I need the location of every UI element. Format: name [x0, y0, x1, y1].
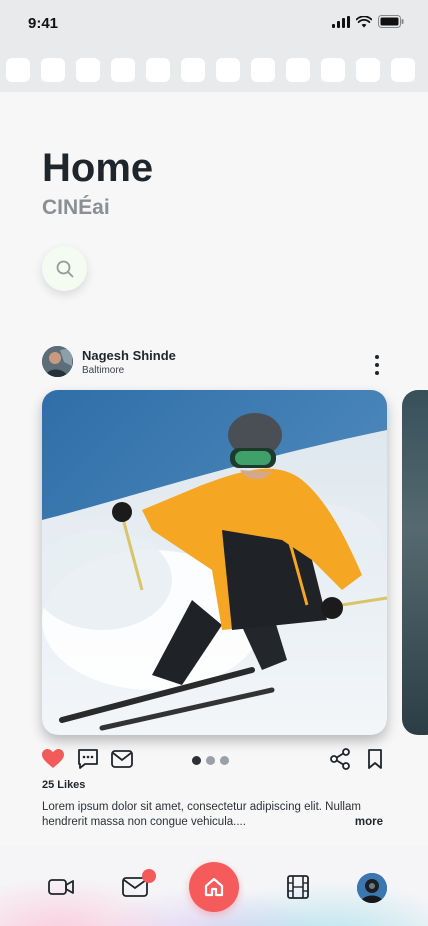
notification-badge: [142, 869, 156, 883]
search-button[interactable]: [42, 246, 87, 291]
post-location: Baltimore: [82, 365, 125, 376]
home-icon: [204, 877, 224, 897]
status-icons: [332, 15, 404, 28]
story-item[interactable]: [41, 58, 65, 82]
story-item[interactable]: [251, 58, 275, 82]
story-item[interactable]: [356, 58, 380, 82]
story-item[interactable]: [146, 58, 170, 82]
video-icon[interactable]: [47, 873, 75, 901]
page-title: Home: [42, 146, 154, 190]
author-avatar[interactable]: [42, 346, 73, 377]
more-link[interactable]: more: [355, 815, 383, 830]
carousel-dot[interactable]: [206, 756, 215, 765]
stories-strip: [0, 48, 428, 92]
status-time: 9:41: [28, 15, 59, 32]
film-icon[interactable]: [284, 873, 312, 901]
battery-icon: [378, 15, 404, 28]
post-caption-text: Lorem ipsum dolor sit amet, consectetur …: [42, 801, 361, 828]
story-item[interactable]: [216, 58, 240, 82]
bookmark-icon[interactable]: [364, 748, 386, 770]
post-header: Nagesh Shinde Baltimore: [42, 346, 386, 378]
wifi-icon: [356, 15, 372, 27]
story-item[interactable]: [111, 58, 135, 82]
post-caption: Lorem ipsum dolor sit amet, consectetur …: [42, 800, 387, 830]
next-post-preview[interactable]: [402, 390, 428, 735]
carousel-dot[interactable]: [192, 756, 201, 765]
share-icon[interactable]: [329, 748, 351, 770]
page-subtitle: CINÉai: [42, 196, 110, 219]
profile-avatar[interactable]: [357, 873, 387, 903]
story-item[interactable]: [391, 58, 415, 82]
search-icon: [56, 260, 73, 277]
story-item[interactable]: [76, 58, 100, 82]
carousel-dot[interactable]: [220, 756, 229, 765]
post-image[interactable]: [42, 390, 387, 735]
status-bar: 9:41: [0, 0, 428, 48]
likes-count[interactable]: 25 Likes: [42, 779, 85, 791]
home-button[interactable]: [189, 862, 239, 912]
signal-icon: [332, 15, 350, 28]
post-author-name[interactable]: Nagesh Shinde: [82, 348, 176, 363]
bottom-tab-bar: [0, 846, 428, 926]
story-item[interactable]: [181, 58, 205, 82]
carousel-indicator: [192, 756, 229, 765]
story-item[interactable]: [286, 58, 310, 82]
like-icon[interactable]: [42, 748, 64, 770]
story-item[interactable]: [321, 58, 345, 82]
post-actions: [42, 748, 386, 772]
more-options-icon[interactable]: [374, 355, 380, 375]
comment-icon[interactable]: [77, 748, 99, 770]
message-icon[interactable]: [111, 748, 133, 770]
story-item[interactable]: [6, 58, 30, 82]
